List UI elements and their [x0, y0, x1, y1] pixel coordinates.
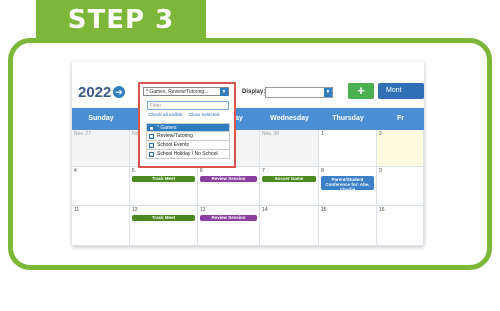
month-view-button[interactable]: Mont: [378, 83, 424, 99]
calendar-day[interactable]: 15: [319, 206, 377, 246]
step-label: STEP 3: [67, 5, 175, 35]
category-select[interactable]: * Games, Review/Tutoring... ▼: [143, 87, 229, 96]
weekday-0: Sunday: [88, 115, 114, 122]
day-number: 7: [262, 168, 265, 174]
calendar-event[interactable]: Parent/Student Conference for: Abe, Char…: [321, 176, 374, 190]
category-options: ✓ * Games ✓ Review/Tutoring ✓ School Events ✓ S…: [146, 123, 230, 159]
calendar-day[interactable]: 4: [72, 167, 130, 206]
calendar-event[interactable]: Review Session: [200, 176, 257, 182]
day-number: 9: [379, 168, 382, 174]
category-option[interactable]: ✓ School Holiday / No School: [146, 150, 230, 159]
day-number: Nov. 30: [262, 131, 279, 137]
calendar-day[interactable]: 8 Parent/Student Conference for: Abe, Cha…: [319, 167, 377, 206]
day-number: 8: [321, 168, 324, 174]
calendar-toolbar: 2022 ➔ Display: ▼ + Mont: [72, 62, 424, 108]
day-number: 6: [200, 168, 203, 174]
weekday-header: SundayMondayTuesdayWednesdayThursdayFr: [72, 108, 424, 130]
category-option-label: School Events: [157, 142, 189, 148]
category-option-label: School Holiday / No School: [157, 151, 218, 157]
chevron-down-icon: ▼: [324, 88, 332, 97]
chevron-down-icon: ▼: [220, 88, 228, 96]
next-arrow-icon[interactable]: ➔: [113, 86, 125, 98]
day-number: 1: [321, 131, 324, 137]
day-number: 4: [74, 168, 77, 174]
check-all-visible-link[interactable]: Check all visible: [148, 113, 182, 118]
checkbox-icon[interactable]: ✓: [149, 134, 154, 140]
calendar-grid: Nov. 27Nov. 28Nov. 29Nov. 301245Track Me…: [72, 130, 424, 246]
calendar-day[interactable]: 13 Review Session: [198, 206, 260, 246]
calendar-day[interactable]: 1: [319, 130, 377, 167]
calendar-screenshot: 2022 ➔ Display: ▼ + Mont SundayMondayTue…: [72, 62, 424, 246]
calendar-event[interactable]: Track Meet: [132, 215, 195, 221]
calendar-day[interactable]: 12 Track Meet: [130, 206, 198, 246]
calendar-day[interactable]: 14: [260, 206, 319, 246]
checkbox-icon[interactable]: ✓: [149, 143, 154, 149]
weekday-4: Thursday: [332, 115, 364, 122]
category-option[interactable]: ✓ Review/Tutoring: [146, 132, 230, 141]
clear-selected-link[interactable]: Clear selected: [189, 113, 220, 118]
day-number: 2: [379, 131, 382, 137]
calendar-day[interactable]: 11: [72, 206, 130, 246]
checkbox-icon[interactable]: ✓: [149, 126, 154, 132]
checkbox-icon[interactable]: ✓: [149, 152, 154, 158]
weekday-5: Fr: [397, 115, 404, 122]
category-filter-dropdown: * Games, Review/Tutoring... ▼ Filter Che…: [138, 82, 236, 168]
calendar-day[interactable]: 6 Review Session: [198, 167, 260, 206]
category-select-value: * Games, Review/Tutoring...: [146, 89, 209, 95]
calendar-event[interactable]: Soccer Game: [262, 176, 316, 182]
day-number: 14: [262, 207, 268, 213]
day-number: 12: [132, 207, 138, 213]
year-label: 2022: [78, 84, 112, 101]
day-number: 13: [200, 207, 206, 213]
calendar-day[interactable]: Nov. 30: [260, 130, 319, 167]
add-event-button[interactable]: +: [348, 83, 374, 99]
category-option-label: Review/Tutoring: [157, 133, 193, 139]
weekday-3: Wednesday: [270, 115, 309, 122]
display-label: Display:: [242, 89, 266, 95]
calendar-day[interactable]: 2: [377, 130, 424, 167]
day-number: Nov. 27: [74, 131, 91, 137]
calendar-day[interactable]: Nov. 27: [72, 130, 130, 167]
category-option-label: * Games: [157, 125, 177, 131]
calendar-event[interactable]: Track Meet: [132, 176, 195, 182]
calendar-day[interactable]: 7 Soccer Game: [260, 167, 319, 206]
day-number: 11: [74, 207, 80, 213]
calendar-event[interactable]: Review Session: [200, 215, 257, 221]
calendar-day[interactable]: 9: [377, 167, 424, 206]
dropdown-links: Check all visible Clear selected: [148, 113, 224, 118]
category-option[interactable]: ✓ * Games: [146, 123, 230, 132]
day-number: 16: [379, 207, 385, 213]
calendar-day[interactable]: 16: [377, 206, 424, 246]
calendar-day[interactable]: 5 Track Meet: [130, 167, 198, 206]
display-select[interactable]: ▼: [265, 87, 333, 98]
category-option[interactable]: ✓ School Events: [146, 141, 230, 150]
step-banner: STEP 3: [36, 0, 206, 40]
day-number: 15: [321, 207, 327, 213]
day-number: 5: [132, 168, 135, 174]
filter-input[interactable]: Filter: [147, 101, 229, 110]
